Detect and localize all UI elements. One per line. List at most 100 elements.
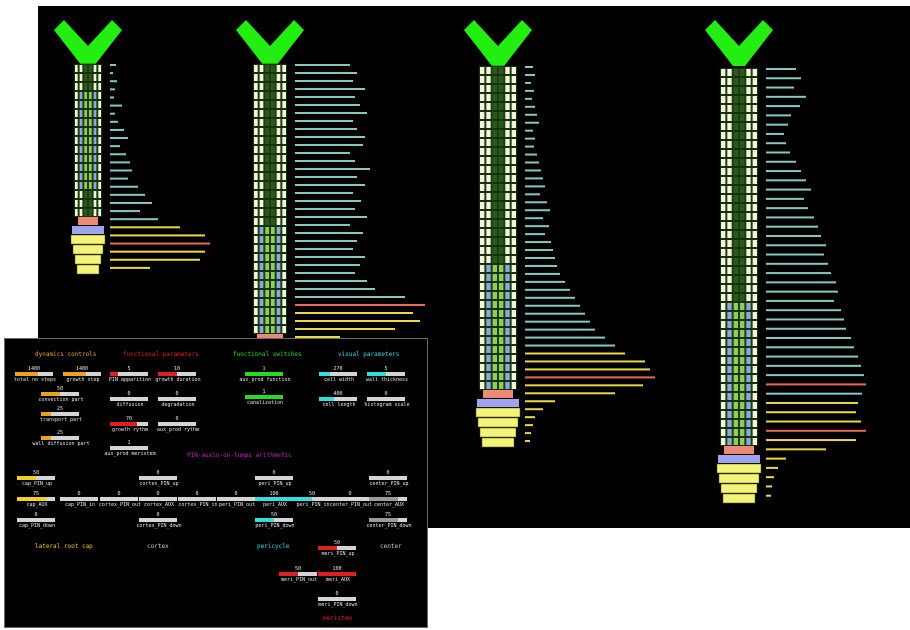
slider-track[interactable] <box>319 372 357 376</box>
slider-track[interactable] <box>110 372 148 376</box>
root-stage-2-cell <box>254 83 258 90</box>
slider-track[interactable] <box>319 397 357 401</box>
root-stage-3-cell <box>486 229 491 236</box>
slider-track[interactable] <box>63 372 101 376</box>
root-stage-2-cell <box>259 128 264 135</box>
slider-track[interactable] <box>139 518 177 522</box>
slider-track[interactable] <box>158 372 196 376</box>
slider-track[interactable] <box>15 372 53 376</box>
slider-track[interactable] <box>255 518 293 522</box>
root-stage-4-cell <box>740 411 745 418</box>
peri-pin-down-slider[interactable]: 50 peri_PIN_down <box>255 512 305 529</box>
root-stage-2-cell <box>254 155 258 162</box>
cap-pin-up-slider[interactable]: 50 cap_PIN_up <box>17 470 67 487</box>
aux-prod-rythm-slider[interactable]: 0 aux_prod rythm <box>157 416 208 433</box>
slider-track[interactable] <box>255 497 293 501</box>
slider-track[interactable] <box>17 497 55 501</box>
root-stage-2-cell <box>276 209 281 216</box>
root-stage-3-cell-row <box>478 245 518 256</box>
slider-track[interactable] <box>139 497 177 501</box>
root-stage-1-cell <box>89 146 92 153</box>
slider-track[interactable] <box>110 397 148 401</box>
root-stage-2-cell-row <box>252 135 288 146</box>
canalization-slider[interactable]: 1 canalization <box>245 389 295 406</box>
root-stage-4-cap-layer <box>720 483 758 494</box>
slider-track[interactable] <box>41 436 79 440</box>
slider-track[interactable] <box>217 497 255 501</box>
slider-track[interactable] <box>41 412 79 416</box>
root-stage-2-histogram-bar <box>295 120 353 122</box>
degradation-slider[interactable]: 0 degradation <box>158 391 208 408</box>
slider-track[interactable] <box>17 518 55 522</box>
root-stage-3-cell <box>492 337 497 344</box>
cap-pin-down-slider[interactable]: 0 cap_PIN_down <box>17 512 67 529</box>
meri-pin-up-slider[interactable]: 50 meri_PIN_up <box>318 540 368 557</box>
root-stage-3-cell <box>505 337 510 344</box>
wall-thickness-slider[interactable]: 5 wall thickness <box>366 366 417 383</box>
slider-track[interactable] <box>245 395 283 399</box>
cortex-pin-down-slider[interactable]: 0 cortex_PIN_down <box>136 512 189 529</box>
convection-part-slider[interactable]: 50 convection part <box>38 386 91 403</box>
meri-aux-slider[interactable]: 100 meri_AUX <box>318 566 368 583</box>
transport-part-slider[interactable]: 25 transport part <box>40 406 91 423</box>
slider-track[interactable] <box>110 446 148 450</box>
root-stage-2-cell <box>282 236 286 243</box>
slider-track[interactable] <box>318 572 356 576</box>
slider-track[interactable] <box>110 422 148 426</box>
histogram-scale-slider[interactable]: 0 histogram scale <box>364 391 417 408</box>
slider-track[interactable] <box>17 476 55 480</box>
slider-track[interactable] <box>331 497 369 501</box>
root-stage-1-pink-cell <box>78 217 98 225</box>
slider-track[interactable] <box>245 372 283 376</box>
wall-diffusion-part-slider[interactable]: 25 wall diffusion part <box>32 430 91 447</box>
growth-duration-slider[interactable]: 10 growth duration <box>155 366 208 383</box>
root-stage-4-cell <box>721 330 726 337</box>
root-stage-3-cell <box>486 148 491 155</box>
root-stage-3-cell <box>480 157 485 164</box>
slider-track[interactable] <box>369 518 407 522</box>
center-pin-down-slider[interactable]: 75 center_PIN_down <box>366 512 419 529</box>
slider-track[interactable] <box>318 546 356 550</box>
slider-track[interactable] <box>158 422 196 426</box>
slider-track[interactable] <box>158 397 196 401</box>
slider-track[interactable] <box>293 497 331 501</box>
slider-track[interactable] <box>60 497 98 501</box>
root-stage-4-cell <box>740 87 745 94</box>
peri-pin-up-slider[interactable]: 0 peri_PIN_up <box>255 470 305 487</box>
root-stage-4-cell <box>727 186 732 193</box>
root-stage-2-cell <box>259 164 264 171</box>
center-aux-slider[interactable]: 75 center_AUX <box>369 491 419 508</box>
center-pin-up-slider[interactable]: 0 center_PIN_up <box>369 470 419 487</box>
slider-fill <box>255 518 274 522</box>
slider-track[interactable] <box>367 372 405 376</box>
root-stage-4-cell <box>721 258 726 265</box>
root-stage-4-cell <box>740 393 745 400</box>
aux-prod-meristem-slider[interactable]: 1 aux_prod meristem <box>104 440 160 457</box>
meri-pin-down-slider[interactable]: 0 meri_PIN_down <box>318 591 368 608</box>
slider-track[interactable] <box>139 476 177 480</box>
root-stage-4-histogram-bar <box>766 318 844 321</box>
slider-track[interactable] <box>255 476 293 480</box>
root-stage-1-cell <box>98 119 101 126</box>
header-center: center <box>380 543 402 550</box>
slider-track[interactable] <box>100 497 138 501</box>
slider-track[interactable] <box>279 572 317 576</box>
root-stage-2-cell <box>265 191 269 198</box>
aux-prod-function-slider[interactable]: 1 aux_prod function <box>239 366 295 383</box>
slider-track[interactable] <box>369 497 407 501</box>
slider-track[interactable] <box>369 476 407 480</box>
slider-track[interactable] <box>367 397 405 401</box>
root-stage-2-cell <box>254 263 258 270</box>
root-stage-2-cell <box>254 92 258 99</box>
slider-track[interactable] <box>41 392 79 396</box>
slider-track[interactable] <box>318 597 356 601</box>
root-stage-4-histogram-bar <box>766 327 846 330</box>
cortex-pin-up-slider[interactable]: 0 cortex_PIN_up <box>139 470 189 487</box>
root-stage-3-cell <box>511 220 516 227</box>
slider-fill <box>17 497 46 501</box>
root-stage-4-histogram-bar <box>766 374 864 377</box>
root-stage-3-cap-layer <box>475 407 521 418</box>
slider-track[interactable] <box>178 497 216 501</box>
root-stage-4-histogram-bar <box>766 105 800 108</box>
root-stage-1-histogram-bar <box>110 104 122 107</box>
